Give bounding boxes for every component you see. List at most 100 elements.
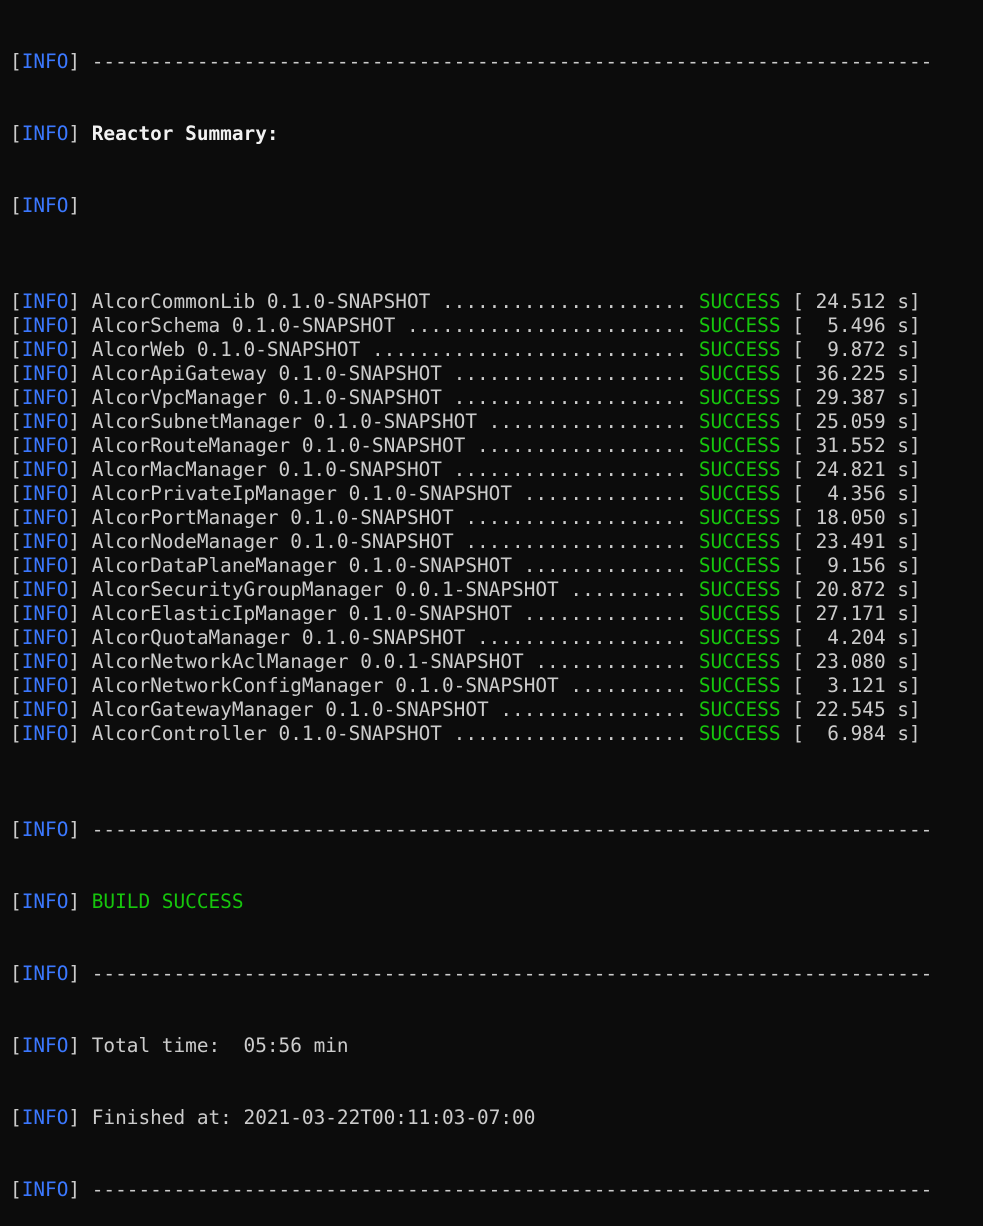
log-level: INFO xyxy=(21,650,69,673)
log-level: INFO xyxy=(21,554,69,577)
log-level: INFO xyxy=(21,818,69,841)
module-time: 24.821 xyxy=(815,458,886,481)
finished-at-label: Finished at: xyxy=(91,1106,232,1129)
log-level: INFO xyxy=(21,962,69,985)
module-status: SUCCESS xyxy=(698,698,781,721)
module-time: 4.356 xyxy=(827,482,886,505)
module-name: AlcorVpcManager 0.1.0-SNAPSHOT xyxy=(91,386,442,409)
log-line-finished-at: [INFO] Finished at: 2021-03-22T00:11:03-… xyxy=(10,1106,536,1129)
module-name: AlcorNetworkConfigManager 0.1.0-SNAPSHOT xyxy=(91,674,559,697)
module-status: SUCCESS xyxy=(698,458,781,481)
log-level: INFO xyxy=(21,698,69,721)
module-name: AlcorSecurityGroupManager 0.0.1-SNAPSHOT xyxy=(91,578,559,601)
module-time: 4.204 xyxy=(827,626,886,649)
module-time: 25.059 xyxy=(815,410,886,433)
module-status: SUCCESS xyxy=(698,626,781,649)
module-status: SUCCESS xyxy=(698,338,781,361)
module-line: [INFO] AlcorQuotaManager 0.1.0-SNAPSHOT … xyxy=(10,626,921,649)
module-time: 29.387 xyxy=(815,386,886,409)
module-status: SUCCESS xyxy=(698,602,781,625)
log-line-separator: [INFO] ---------------------------------… xyxy=(10,962,933,985)
log-level: INFO xyxy=(21,482,69,505)
log-line-empty: [INFO] xyxy=(10,194,81,217)
log-level: INFO xyxy=(21,674,69,697)
terminal-output[interactable]: [INFO] ---------------------------------… xyxy=(0,0,983,1201)
module-time: 31.552 xyxy=(815,434,886,457)
module-status: SUCCESS xyxy=(698,722,781,745)
module-status: SUCCESS xyxy=(698,506,781,529)
module-time: 9.872 xyxy=(827,338,886,361)
module-time: 23.491 xyxy=(815,530,886,553)
module-time: 22.545 xyxy=(815,698,886,721)
module-name: AlcorController 0.1.0-SNAPSHOT xyxy=(91,722,442,745)
module-name: AlcorNodeManager 0.1.0-SNAPSHOT xyxy=(91,530,454,553)
module-line: [INFO] AlcorGatewayManager 0.1.0-SNAPSHO… xyxy=(10,698,921,721)
module-time: 27.171 xyxy=(815,602,886,625)
module-time: 9.156 xyxy=(827,554,886,577)
log-level: INFO xyxy=(21,1034,69,1057)
module-line: [INFO] AlcorElasticIpManager 0.1.0-SNAPS… xyxy=(10,602,921,625)
module-line: [INFO] AlcorNetworkConfigManager 0.1.0-S… xyxy=(10,674,921,697)
module-status: SUCCESS xyxy=(698,650,781,673)
log-line-separator: [INFO] ---------------------------------… xyxy=(10,1178,933,1201)
total-time-value: 05:56 min xyxy=(243,1034,349,1057)
log-line-separator: [INFO] ---------------------------------… xyxy=(10,50,933,73)
log-level: INFO xyxy=(21,122,69,145)
log-level: INFO xyxy=(21,722,69,745)
module-name: AlcorDataPlaneManager 0.1.0-SNAPSHOT xyxy=(91,554,513,577)
finished-at-value: 2021-03-22T00:11:03-07:00 xyxy=(243,1106,536,1129)
module-status: SUCCESS xyxy=(698,530,781,553)
log-level: INFO xyxy=(21,458,69,481)
module-time: 23.080 xyxy=(815,650,886,673)
module-status: SUCCESS xyxy=(698,674,781,697)
separator-text: ----------------------------------------… xyxy=(91,50,933,73)
module-line: [INFO] AlcorSubnetManager 0.1.0-SNAPSHOT… xyxy=(10,410,921,433)
log-level: INFO xyxy=(21,410,69,433)
log-level: INFO xyxy=(21,290,69,313)
module-time: 24.512 xyxy=(815,290,886,313)
total-time-label: Total time: xyxy=(91,1034,221,1057)
module-status: SUCCESS xyxy=(698,482,781,505)
log-level: INFO xyxy=(21,890,69,913)
module-name: AlcorQuotaManager 0.1.0-SNAPSHOT xyxy=(91,626,466,649)
module-name: AlcorGatewayManager 0.1.0-SNAPSHOT xyxy=(91,698,489,721)
log-level: INFO xyxy=(21,338,69,361)
module-line: [INFO] AlcorMacManager 0.1.0-SNAPSHOT ..… xyxy=(10,458,921,481)
module-status: SUCCESS xyxy=(698,362,781,385)
module-time: 5.496 xyxy=(827,314,886,337)
module-status: SUCCESS xyxy=(698,314,781,337)
log-level: INFO xyxy=(21,362,69,385)
module-name: AlcorNetworkAclManager 0.0.1-SNAPSHOT xyxy=(91,650,524,673)
log-level: INFO xyxy=(21,626,69,649)
module-time: 20.872 xyxy=(815,578,886,601)
log-line-separator: [INFO] ---------------------------------… xyxy=(10,818,933,841)
log-level: INFO xyxy=(21,50,69,73)
log-level: INFO xyxy=(21,506,69,529)
module-status: SUCCESS xyxy=(698,554,781,577)
module-name: AlcorRouteManager 0.1.0-SNAPSHOT xyxy=(91,434,466,457)
log-line-reactor-summary: [INFO] Reactor Summary: xyxy=(10,122,279,145)
module-time: 18.050 xyxy=(815,506,886,529)
module-line: [INFO] AlcorDataPlaneManager 0.1.0-SNAPS… xyxy=(10,554,921,577)
separator-text: ----------------------------------------… xyxy=(91,818,933,841)
module-name: AlcorWeb 0.1.0-SNAPSHOT xyxy=(91,338,361,361)
log-level: INFO xyxy=(21,1178,69,1201)
log-level: INFO xyxy=(21,194,69,217)
log-line-build-result: [INFO] BUILD SUCCESS xyxy=(10,890,244,913)
module-line: [INFO] AlcorWeb 0.1.0-SNAPSHOT .........… xyxy=(10,338,921,361)
log-level: INFO xyxy=(21,434,69,457)
module-line: [INFO] AlcorSecurityGroupManager 0.0.1-S… xyxy=(10,578,921,601)
module-time: 3.121 xyxy=(827,674,886,697)
log-level: INFO xyxy=(21,386,69,409)
module-name: AlcorApiGateway 0.1.0-SNAPSHOT xyxy=(91,362,442,385)
module-status: SUCCESS xyxy=(698,410,781,433)
module-line: [INFO] AlcorApiGateway 0.1.0-SNAPSHOT ..… xyxy=(10,362,921,385)
build-result: BUILD SUCCESS xyxy=(91,890,244,913)
module-name: AlcorCommonLib 0.1.0-SNAPSHOT xyxy=(91,290,431,313)
log-level: INFO xyxy=(21,602,69,625)
module-line: [INFO] AlcorRouteManager 0.1.0-SNAPSHOT … xyxy=(10,434,921,457)
reactor-summary-title: Reactor Summary: xyxy=(91,122,279,145)
module-line: [INFO] AlcorCommonLib 0.1.0-SNAPSHOT ...… xyxy=(10,290,921,313)
module-line: [INFO] AlcorNodeManager 0.1.0-SNAPSHOT .… xyxy=(10,530,921,553)
module-line: [INFO] AlcorVpcManager 0.1.0-SNAPSHOT ..… xyxy=(10,386,921,409)
